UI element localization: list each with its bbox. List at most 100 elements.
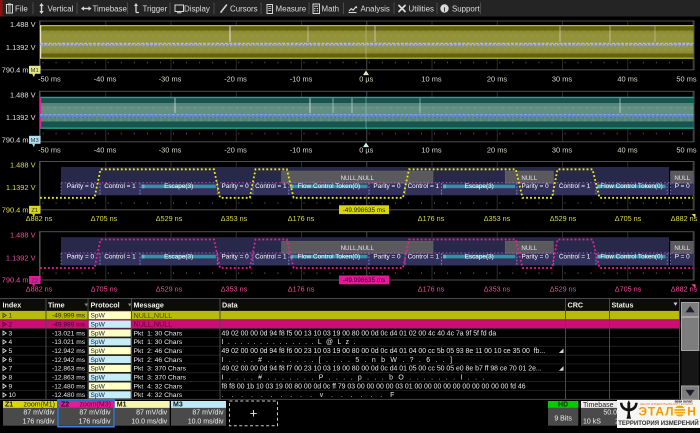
- svg-text:NULL: NULL: [674, 175, 690, 182]
- svg-text:I . . . . # . . . . . . . [ .: I . . . . # . . . . . . . [ . . . . 5 . …: [222, 357, 453, 364]
- svg-text:Δ882 ns: Δ882 ns: [26, 214, 53, 223]
- svg-text:Flow Control Token(0): Flow Control Token(0): [600, 183, 662, 190]
- svg-text:3: 3: [9, 330, 13, 337]
- svg-text:-10 ms: -10 ms: [290, 74, 313, 83]
- svg-text:1.1392 V: 1.1392 V: [6, 43, 36, 52]
- svg-text:Analysis: Analysis: [361, 4, 390, 13]
- svg-text:SpW: SpW: [91, 366, 106, 373]
- svg-text:Pkt 4: 32 Chars: Pkt 4: 32 Chars: [134, 392, 183, 399]
- svg-text:Δ705 ns: Δ705 ns: [91, 214, 118, 223]
- svg-text:NULL,NULL: NULL,NULL: [134, 311, 173, 320]
- svg-text:. . . . . . . . . . v . . . .: . . . . . . . . . . v . . . . . . F: [222, 392, 395, 399]
- svg-text:Pkt 2: 46 Chars: Pkt 2: 46 Chars: [134, 348, 183, 355]
- svg-text:87 mV/div: 87 mV/div: [23, 410, 55, 417]
- svg-text:9: 9: [9, 383, 13, 390]
- svg-text:6: 6: [9, 357, 13, 364]
- svg-text:Pkt 3: 370 Chars: Pkt 3: 370 Chars: [134, 374, 187, 381]
- svg-text:49 02 00 00 0d 94 f8 f7 00 23: 49 02 00 00 0d 94 f8 f7 00 23 10 03 19 0…: [222, 366, 542, 373]
- svg-text:SpW: SpW: [91, 339, 106, 346]
- svg-text:SpW: SpW: [91, 348, 106, 355]
- svg-text:8: 8: [9, 374, 13, 381]
- svg-text:50.0: 50.0: [603, 410, 617, 417]
- svg-text:Δ176 ns: Δ176 ns: [418, 284, 445, 293]
- svg-text:-30 ms: -30 ms: [159, 74, 182, 83]
- svg-text:Support: Support: [452, 4, 480, 13]
- svg-text:Pkt 4: 32 Chars: Pkt 4: 32 Chars: [134, 383, 183, 390]
- svg-text:Control = 1: Control = 1: [408, 183, 440, 190]
- svg-text:40 ms: 40 ms: [617, 74, 637, 83]
- svg-text:Vertical: Vertical: [48, 4, 74, 13]
- svg-text:SpW: SpW: [91, 383, 106, 390]
- svg-text:Δ353 ns: Δ353 ns: [221, 284, 248, 293]
- svg-text:Utilities: Utilities: [409, 4, 434, 13]
- svg-text:50 ms: 50 ms: [676, 74, 696, 83]
- svg-text:P = 0: P = 0: [675, 183, 690, 190]
- svg-text:Parity = 0: Parity = 0: [222, 253, 250, 260]
- svg-text:Parity = 0: Parity = 0: [522, 183, 550, 190]
- svg-text:Control = 1: Control = 1: [255, 183, 287, 190]
- svg-text:Δ882 ns: Δ882 ns: [26, 284, 53, 293]
- svg-text:Trigger: Trigger: [143, 4, 168, 13]
- svg-text:Δ705 ns: Δ705 ns: [615, 214, 642, 223]
- svg-text:P = 0: P = 0: [675, 253, 690, 260]
- svg-text:Time: Time: [48, 301, 65, 310]
- svg-text:SpW: SpW: [91, 392, 106, 399]
- svg-text:-49.998635 ms: -49.998635 ms: [343, 277, 386, 284]
- svg-text:87 mV/div: 87 mV/div: [79, 410, 111, 417]
- svg-text:f8 f8 00 1b 10 03 19 00 80 00: f8 f8 00 1b 10 03 19 00 80 00 0d 0c ff 7…: [222, 383, 526, 390]
- svg-text:Δ529 ns: Δ529 ns: [156, 214, 183, 223]
- svg-text:Parity = 0: Parity = 0: [67, 253, 95, 260]
- svg-text:Pkt 1: 30 Chars: Pkt 1: 30 Chars: [134, 339, 183, 346]
- svg-text:10.0 ms/div: 10.0 ms/div: [188, 419, 224, 426]
- svg-text:NULL: NULL: [674, 245, 690, 252]
- svg-text:Measure: Measure: [276, 4, 307, 13]
- svg-text:Pkt 1: 30 Chars: Pkt 1: 30 Chars: [134, 330, 183, 337]
- svg-text:-12.480 ms: -12.480 ms: [52, 392, 86, 399]
- svg-text:Flow Control Token(0): Flow Control Token(0): [298, 183, 360, 190]
- svg-text:Timebase: Timebase: [583, 402, 614, 409]
- svg-text:-49.999 ms: -49.999 ms: [52, 321, 86, 328]
- svg-text:I . . . . . . . . . . . . . .: I . . . . . . . . . . . . . . L @ L z .: [222, 339, 356, 346]
- svg-text:9 Bits: 9 Bits: [554, 416, 572, 423]
- svg-text:Flow Control Token(0): Flow Control Token(0): [298, 253, 360, 260]
- svg-text:87 mV/div: 87 mV/div: [136, 410, 168, 417]
- svg-text:-49.998635 ms: -49.998635 ms: [343, 207, 386, 214]
- svg-text:Δ529 ns: Δ529 ns: [156, 284, 183, 293]
- svg-text:1.488 V: 1.488 V: [10, 90, 36, 99]
- svg-text:Flow Control Token(0): Flow Control Token(0): [600, 253, 662, 260]
- svg-text:zoom(M3): zoom(M3): [79, 402, 111, 409]
- svg-text:5: 5: [9, 348, 13, 355]
- svg-text:CRC: CRC: [568, 301, 584, 310]
- svg-text:20 ms: 20 ms: [487, 145, 507, 154]
- svg-text:-12.480 ms: -12.480 ms: [52, 383, 86, 390]
- svg-text:Pkt 3: 370 Chars: Pkt 3: 370 Chars: [134, 366, 187, 373]
- svg-text:zoom(M1): zoom(M1): [23, 402, 55, 409]
- svg-text:Δ353 ns: Δ353 ns: [484, 284, 511, 293]
- svg-text:File: File: [15, 4, 28, 13]
- svg-text:Δ705 ns: Δ705 ns: [91, 284, 118, 293]
- svg-text:Parity = 0: Parity = 0: [67, 183, 95, 190]
- svg-text:Parity = 0: Parity = 0: [222, 183, 250, 190]
- svg-text:Control = 1: Control = 1: [408, 253, 440, 260]
- svg-text:i: i: [444, 6, 446, 13]
- svg-text:Control = 1: Control = 1: [559, 253, 591, 260]
- svg-text:Message: Message: [134, 301, 164, 310]
- svg-text:SpW: SpW: [91, 321, 106, 328]
- svg-text:-13.021 ms: -13.021 ms: [52, 339, 86, 346]
- svg-text:-40 ms: -40 ms: [94, 145, 117, 154]
- svg-text:-50 ms: -50 ms: [38, 145, 61, 154]
- svg-text:Timebase: Timebase: [93, 4, 128, 13]
- svg-text:Pkt 2: 46 Chars: Pkt 2: 46 Chars: [134, 357, 183, 364]
- svg-text:Parity = 0: Parity = 0: [373, 253, 401, 260]
- svg-text:NULL: NULL: [521, 245, 537, 252]
- svg-text:SpW: SpW: [91, 374, 106, 381]
- svg-text:1.1392 V: 1.1392 V: [6, 253, 36, 262]
- svg-text:NULL,NULL: NULL,NULL: [341, 245, 375, 252]
- svg-text:1.488 V: 1.488 V: [10, 161, 36, 170]
- svg-text:M3: M3: [31, 138, 39, 144]
- svg-text:176 ns/div: 176 ns/div: [79, 419, 111, 426]
- svg-text:30 ms: 30 ms: [552, 145, 572, 154]
- svg-text:Δ176 ns: Δ176 ns: [418, 214, 445, 223]
- svg-text:M3: M3: [173, 402, 183, 409]
- svg-text:-20 ms: -20 ms: [224, 74, 247, 83]
